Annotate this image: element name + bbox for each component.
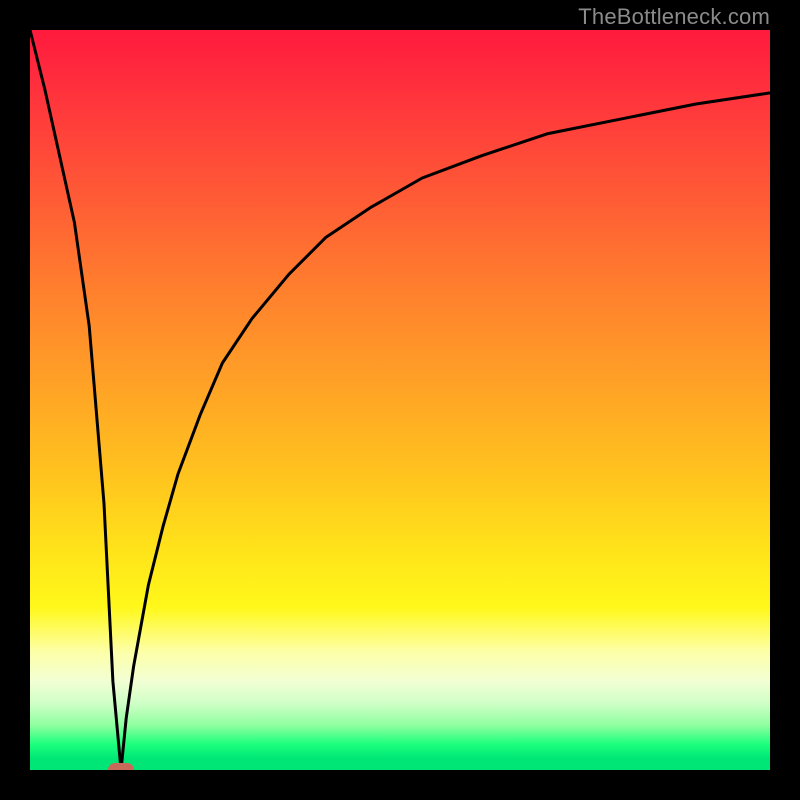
chart-frame: TheBottleneck.com: [0, 0, 800, 800]
minimum-marker: [108, 763, 134, 770]
plot-area: [30, 30, 770, 770]
watermark-text: TheBottleneck.com: [578, 4, 770, 30]
bottleneck-curve: [30, 30, 770, 770]
curve-layer: [30, 30, 770, 770]
